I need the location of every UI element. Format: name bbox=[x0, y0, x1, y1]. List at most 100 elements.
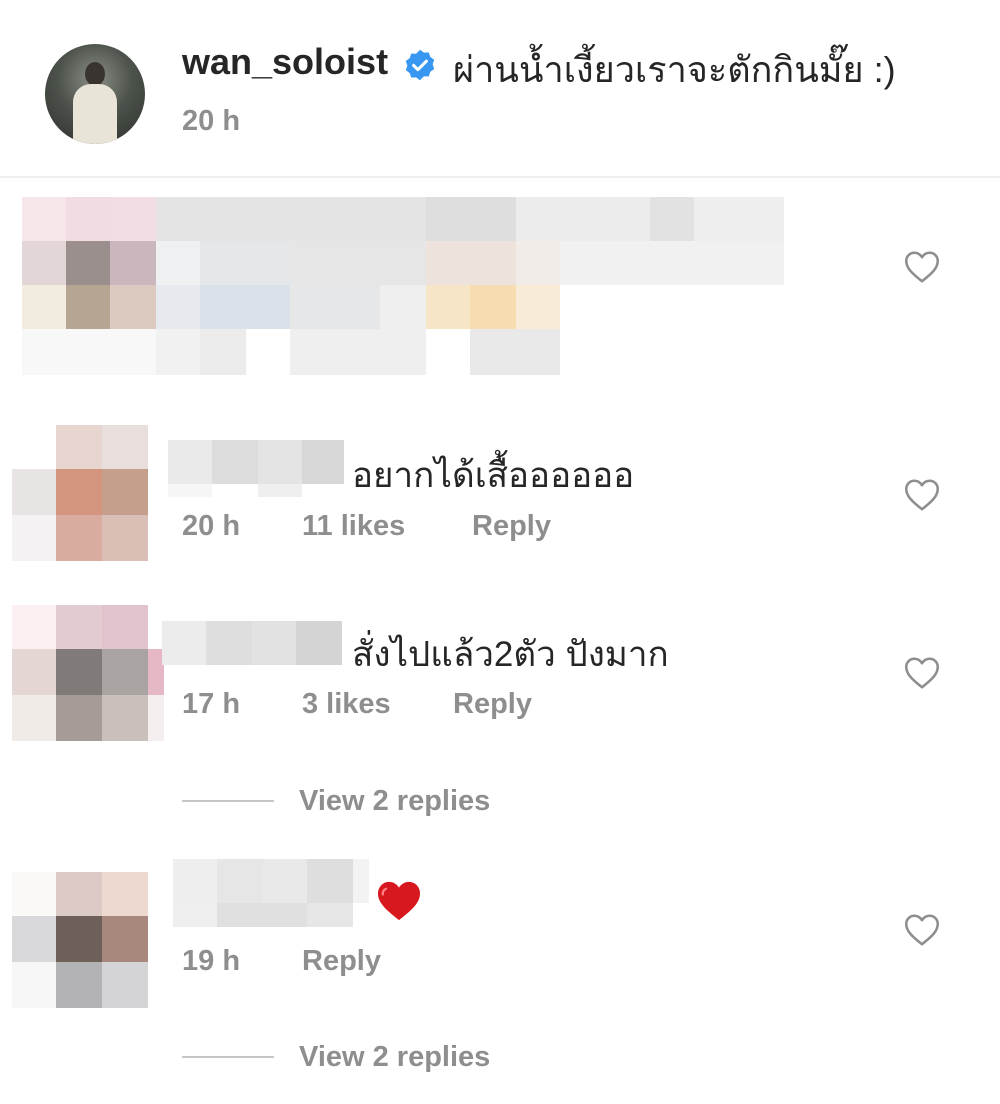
blurred-pixel-block bbox=[12, 425, 56, 469]
comment-row-1 bbox=[0, 195, 800, 380]
blurred-pixel-block bbox=[102, 425, 148, 469]
blurred-pixel-block bbox=[12, 872, 56, 916]
blurred-pixel-block bbox=[156, 285, 200, 329]
blurred-pixel-block bbox=[290, 329, 426, 375]
commenter-username-blurred[interactable] bbox=[168, 440, 344, 497]
blurred-pixel-block bbox=[156, 329, 200, 375]
like-heart-icon[interactable] bbox=[904, 250, 940, 284]
blurred-pixel-block bbox=[12, 649, 56, 695]
blurred-pixel-block bbox=[12, 605, 56, 649]
blurred-pixel-block bbox=[56, 425, 102, 469]
blurred-pixel-block bbox=[102, 695, 148, 741]
blurred-pixel-block bbox=[22, 329, 156, 375]
blurred-pixel-block bbox=[56, 515, 102, 561]
avatar-photo-head bbox=[85, 62, 105, 86]
blurred-pixel-block bbox=[516, 241, 560, 285]
blurred-pixel-block bbox=[102, 605, 148, 649]
comment-likes-count[interactable]: 11 likes bbox=[302, 510, 405, 543]
view-replies-button[interactable]: View 2 replies bbox=[299, 1041, 490, 1074]
blurred-pixel-block bbox=[12, 515, 56, 561]
blurred-pixel-block bbox=[110, 197, 156, 241]
blurred-pixel-block bbox=[200, 329, 246, 375]
view-replies-line bbox=[182, 1056, 274, 1058]
blurred-pixel-block bbox=[650, 197, 694, 241]
blurred-pixel-block bbox=[694, 197, 784, 241]
commenter-avatar[interactable] bbox=[12, 425, 148, 561]
blurred-pixel-block bbox=[66, 197, 110, 241]
blurred-pixel-block bbox=[12, 469, 56, 515]
blurred-pixel-block bbox=[56, 872, 102, 916]
blurred-pixel-block bbox=[148, 695, 164, 741]
avatar-photo-body bbox=[73, 84, 117, 144]
blurred-pixel-block bbox=[470, 329, 560, 375]
blurred-pixel-block bbox=[156, 241, 200, 285]
commenter-username-blurred[interactable] bbox=[162, 621, 342, 665]
blurred-pixel-block bbox=[173, 903, 217, 927]
like-heart-icon[interactable] bbox=[904, 478, 940, 512]
blurred-pixel-block bbox=[516, 197, 650, 241]
blurred-pixel-block bbox=[56, 605, 102, 649]
blurred-pixel-block bbox=[470, 285, 516, 329]
blurred-pixel-block bbox=[380, 285, 426, 329]
reply-button[interactable]: Reply bbox=[453, 688, 532, 721]
blurred-pixel-block bbox=[258, 440, 302, 484]
commenter-avatar[interactable] bbox=[12, 605, 164, 741]
blurred-pixel-block bbox=[102, 469, 148, 515]
blurred-pixel-block bbox=[102, 916, 148, 962]
blurred-pixel-block bbox=[252, 621, 296, 665]
blurred-pixel-block bbox=[200, 241, 290, 285]
view-replies-line bbox=[182, 800, 274, 802]
comment-text: สั่งไปแล้ว2ตัว ปังมาก bbox=[352, 635, 669, 674]
blurred-pixel-block bbox=[102, 872, 148, 916]
blurred-pixel-block bbox=[426, 241, 516, 285]
blurred-pixel-block bbox=[168, 440, 212, 484]
comment-timestamp: 20 h bbox=[182, 510, 241, 542]
blurred-pixel-block bbox=[102, 649, 148, 695]
blurred-pixel-block bbox=[102, 962, 148, 1008]
blurred-pixel-block bbox=[426, 197, 516, 241]
caption-timestamp: 20 h bbox=[182, 105, 241, 137]
blurred-pixel-block bbox=[22, 285, 66, 329]
blurred-pixel-block bbox=[110, 285, 156, 329]
blurred-pixel-block bbox=[66, 241, 110, 285]
blurred-pixel-block bbox=[217, 859, 263, 903]
blurred-pixel-block bbox=[56, 916, 102, 962]
commenter-avatar[interactable] bbox=[12, 872, 148, 1008]
comment-likes-count[interactable]: 3 likes bbox=[302, 688, 391, 721]
blurred-pixel-block bbox=[56, 695, 102, 741]
reply-button[interactable]: Reply bbox=[472, 510, 551, 543]
blurred-pixel-block bbox=[426, 285, 470, 329]
header-divider bbox=[0, 176, 1000, 178]
blurred-pixel-block bbox=[156, 197, 426, 241]
blurred-pixel-block bbox=[206, 621, 252, 665]
caption-author-avatar[interactable] bbox=[45, 44, 145, 144]
like-heart-icon[interactable] bbox=[904, 656, 940, 690]
blurred-pixel-block bbox=[162, 621, 206, 665]
blurred-pixel-block bbox=[516, 285, 560, 329]
blurred-pixel-block bbox=[258, 484, 302, 497]
blurred-pixel-block bbox=[56, 962, 102, 1008]
blurred-pixel-block bbox=[12, 962, 56, 1008]
red-heart-emoji-icon bbox=[378, 881, 420, 921]
blurred-pixel-block bbox=[263, 859, 307, 903]
blurred-pixel-block bbox=[307, 903, 353, 927]
blurred-pixel-block bbox=[173, 859, 217, 903]
reply-button[interactable]: Reply bbox=[302, 945, 381, 978]
blurred-pixel-block bbox=[560, 241, 784, 285]
verified-badge-icon bbox=[405, 49, 435, 81]
blurred-pixel-block bbox=[22, 241, 66, 285]
caption-text: ผ่านน้ำเงี้ยวเราจะตักกินมั๊ย :) bbox=[453, 49, 896, 90]
caption-username[interactable]: wan_soloist bbox=[182, 41, 388, 83]
blurred-pixel-block bbox=[110, 241, 156, 285]
view-replies-button[interactable]: View 2 replies bbox=[299, 785, 490, 818]
blurred-pixel-block bbox=[290, 285, 380, 329]
blurred-pixel-block bbox=[168, 484, 212, 497]
blurred-pixel-block bbox=[217, 903, 307, 927]
commenter-username-blurred[interactable] bbox=[173, 859, 369, 927]
blurred-pixel-block bbox=[212, 440, 258, 484]
blurred-pixel-block bbox=[296, 621, 342, 665]
like-heart-icon[interactable] bbox=[904, 913, 940, 947]
blurred-pixel-block bbox=[22, 197, 66, 241]
blurred-pixel-block bbox=[12, 695, 56, 741]
blurred-pixel-block bbox=[302, 440, 344, 484]
